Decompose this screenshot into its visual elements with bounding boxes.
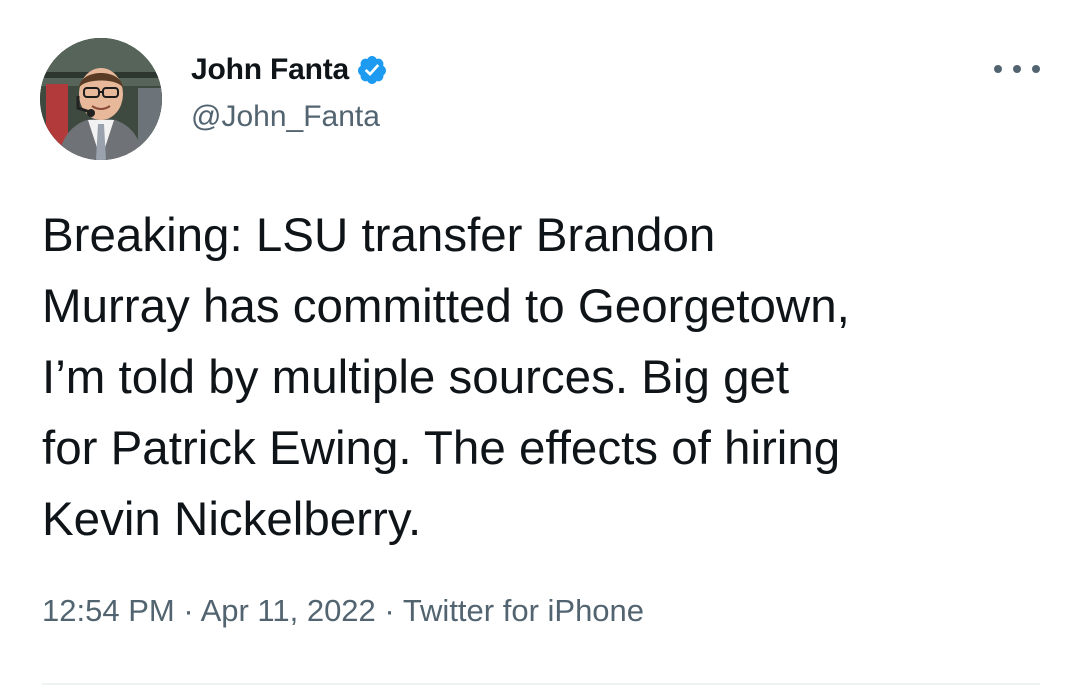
tweet-metadata: 12:54 PM · Apr 11, 2022 · Twitter for iP… [42,593,644,629]
more-dot-icon [994,65,1002,73]
author-display-name[interactable]: John Fanta [191,53,349,87]
more-dot-icon [1032,65,1040,73]
separator: · [183,593,200,628]
profile-photo-icon [40,38,162,160]
verified-badge-icon [358,56,387,84]
tweet: John Fanta @John_Fanta Breaking: LSU tra… [0,0,1080,694]
divider [42,683,1040,685]
tweet-date[interactable]: Apr 11, 2022 [201,593,376,628]
tweet-source[interactable]: Twitter for iPhone [403,593,644,628]
more-options-button[interactable] [994,56,1040,82]
tweet-text: Breaking: LSU transfer Brandon Murray ha… [42,209,850,546]
separator: · [384,593,402,628]
author-handle[interactable]: @John_Fanta [191,100,380,134]
tweet-time[interactable]: 12:54 PM [42,593,175,628]
separator-dot: · [183,593,194,628]
separator-dot: · [384,593,395,628]
author-name-row: John Fanta [191,50,388,90]
more-dot-icon [1013,65,1021,73]
avatar[interactable] [40,38,162,160]
